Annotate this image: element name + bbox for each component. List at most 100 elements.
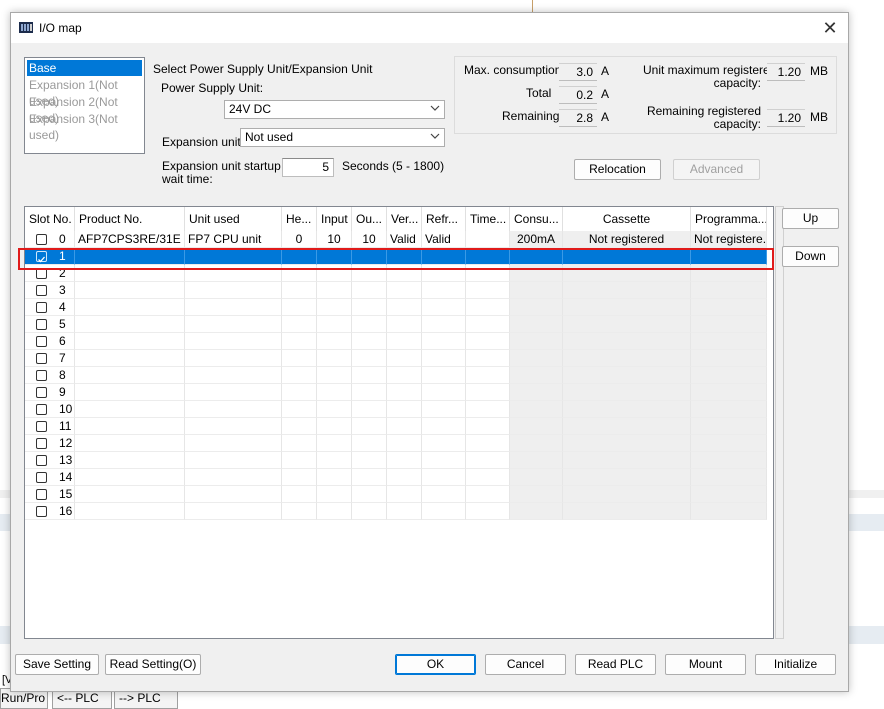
row-8-refresh-cell[interactable] [422, 367, 466, 384]
row-13-programmable-cell[interactable] [691, 452, 767, 469]
column-header-version[interactable]: Ver... [387, 207, 422, 231]
row-3-version-cell[interactable] [387, 282, 422, 299]
row-12-consumption-cell[interactable] [510, 435, 563, 452]
row-14-time-cell[interactable] [466, 469, 510, 486]
row-6-product-cell[interactable] [75, 333, 185, 350]
row-9-consumption-cell[interactable] [510, 384, 563, 401]
row-15-product-cell[interactable] [75, 486, 185, 503]
row-8-slot-cell[interactable]: 8 [25, 367, 75, 384]
row-13-head-cell[interactable] [282, 452, 317, 469]
advanced-button[interactable]: Advanced [673, 159, 760, 180]
row-5-input-cell[interactable] [317, 316, 352, 333]
row-0-cassette-cell[interactable]: Not registered [563, 231, 691, 248]
column-header-product[interactable]: Product No. [75, 207, 185, 231]
row-3-output-cell[interactable] [352, 282, 387, 299]
row-5-refresh-cell[interactable] [422, 316, 466, 333]
row-10-input-cell[interactable] [317, 401, 352, 418]
row-0-consumption-cell[interactable]: 200mA [510, 231, 563, 248]
slot-checkbox[interactable] [36, 234, 47, 245]
slot-checkbox[interactable] [36, 387, 47, 398]
row-6-version-cell[interactable] [387, 333, 422, 350]
row-5-time-cell[interactable] [466, 316, 510, 333]
row-14-product-cell[interactable] [75, 469, 185, 486]
mount-button[interactable]: Mount [665, 654, 746, 675]
row-10-time-cell[interactable] [466, 401, 510, 418]
row-15-slot-cell[interactable]: 15 [25, 486, 75, 503]
row-10-product-cell[interactable] [75, 401, 185, 418]
row-6-refresh-cell[interactable] [422, 333, 466, 350]
row-3-time-cell[interactable] [466, 282, 510, 299]
row-3-unit-cell[interactable] [185, 282, 282, 299]
row-5-slot-cell[interactable]: 5 [25, 316, 75, 333]
row-6-cassette-cell[interactable] [563, 333, 691, 350]
row-7-head-cell[interactable] [282, 350, 317, 367]
row-4-programmable-cell[interactable] [691, 299, 767, 316]
row-10-output-cell[interactable] [352, 401, 387, 418]
row-6-time-cell[interactable] [466, 333, 510, 350]
row-13-input-cell[interactable] [317, 452, 352, 469]
row-9-output-cell[interactable] [352, 384, 387, 401]
row-11-input-cell[interactable] [317, 418, 352, 435]
save-setting-button[interactable]: Save Setting [15, 654, 99, 675]
row-8-version-cell[interactable] [387, 367, 422, 384]
row-8-output-cell[interactable] [352, 367, 387, 384]
slot-checkbox[interactable] [36, 353, 47, 364]
row-9-product-cell[interactable] [75, 384, 185, 401]
row-16-product-cell[interactable] [75, 503, 185, 520]
row-12-unit-cell[interactable] [185, 435, 282, 452]
row-6-unit-cell[interactable] [185, 333, 282, 350]
row-9-head-cell[interactable] [282, 384, 317, 401]
row-13-slot-cell[interactable]: 13 [25, 452, 75, 469]
column-header-input[interactable]: Input [317, 207, 352, 231]
row-13-time-cell[interactable] [466, 452, 510, 469]
row-7-time-cell[interactable] [466, 350, 510, 367]
row-10-consumption-cell[interactable] [510, 401, 563, 418]
row-9-slot-cell[interactable]: 9 [25, 384, 75, 401]
unit-item-base[interactable]: Base [27, 60, 142, 76]
row-15-head-cell[interactable] [282, 486, 317, 503]
row-7-output-cell[interactable] [352, 350, 387, 367]
row-12-version-cell[interactable] [387, 435, 422, 452]
row-5-output-cell[interactable] [352, 316, 387, 333]
row-10-refresh-cell[interactable] [422, 401, 466, 418]
row-5-product-cell[interactable] [75, 316, 185, 333]
row-6-head-cell[interactable] [282, 333, 317, 350]
psu-select[interactable]: 24V DC [224, 100, 445, 119]
row-8-consumption-cell[interactable] [510, 367, 563, 384]
row-16-unit-cell[interactable] [185, 503, 282, 520]
io-map-grid[interactable]: Slot No. Product No. Unit used He... Input Ou… [24, 206, 774, 639]
slot-checkbox[interactable] [36, 370, 47, 381]
row-14-version-cell[interactable] [387, 469, 422, 486]
row-10-unit-cell[interactable] [185, 401, 282, 418]
row-3-cassette-cell[interactable] [563, 282, 691, 299]
row-11-time-cell[interactable] [466, 418, 510, 435]
row-9-input-cell[interactable] [317, 384, 352, 401]
row-8-head-cell[interactable] [282, 367, 317, 384]
read-plc-button[interactable]: Read PLC [575, 654, 656, 675]
row-0-time-cell[interactable] [466, 231, 510, 248]
row-10-programmable-cell[interactable] [691, 401, 767, 418]
row-12-cassette-cell[interactable] [563, 435, 691, 452]
row-15-programmable-cell[interactable] [691, 486, 767, 503]
unit-item-expansion-2[interactable]: Expansion 2(Not used) [27, 94, 142, 125]
row-8-unit-cell[interactable] [185, 367, 282, 384]
row-9-time-cell[interactable] [466, 384, 510, 401]
slot-checkbox[interactable] [36, 438, 47, 449]
row-10-slot-cell[interactable]: 10 [25, 401, 75, 418]
row-14-refresh-cell[interactable] [422, 469, 466, 486]
row-7-cassette-cell[interactable] [563, 350, 691, 367]
row-15-time-cell[interactable] [466, 486, 510, 503]
row-15-refresh-cell[interactable] [422, 486, 466, 503]
column-header-cassette[interactable]: Cassette [563, 207, 691, 231]
column-header-refresh[interactable]: Refr... [422, 207, 466, 231]
row-13-cassette-cell[interactable] [563, 452, 691, 469]
slot-checkbox[interactable] [36, 285, 47, 296]
row-9-refresh-cell[interactable] [422, 384, 466, 401]
grid-vertical-scrollbar[interactable] [775, 206, 784, 639]
row-11-product-cell[interactable] [75, 418, 185, 435]
unit-listbox[interactable]: Base Expansion 1(Not used) Expansion 2(N… [24, 57, 145, 154]
row-7-unit-cell[interactable] [185, 350, 282, 367]
row-4-unit-cell[interactable] [185, 299, 282, 316]
row-8-time-cell[interactable] [466, 367, 510, 384]
unit-item-expansion-1[interactable]: Expansion 1(Not used) [27, 77, 142, 108]
